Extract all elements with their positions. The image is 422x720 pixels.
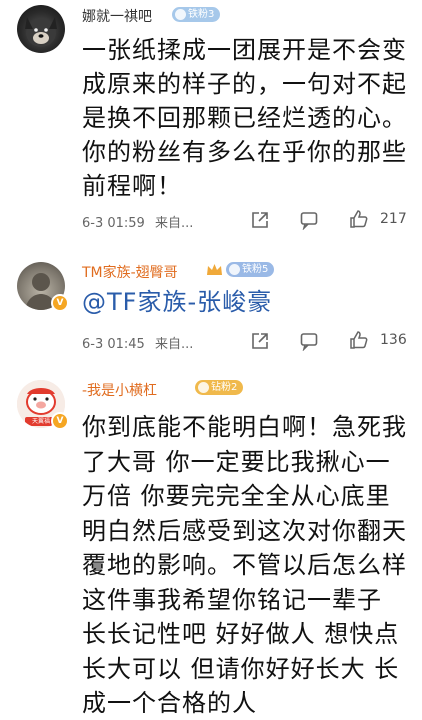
fan-badge-icon [198,382,209,393]
fan-badge-icon [175,9,186,20]
thumbs-up-icon[interactable] [349,330,369,350]
comment-time: 6-3 01:59 [82,216,145,231]
comment-mention[interactable]: @TF家族-张峻豪 [82,285,412,321]
fan-badge: 钻粉2 [195,380,244,395]
dog-avatar-icon [25,17,57,47]
fan-badge-icon [229,264,240,275]
comment-source: 来自... [154,216,194,231]
share-icon[interactable] [250,331,270,351]
username[interactable]: 娜就一祺吧 [82,6,152,26]
fan-badge: 铁粉3 [172,7,221,22]
username[interactable]: -我是小横杠 [82,380,157,400]
like-count: 217 [380,211,407,227]
comment-1: 娜就一祺吧 铁粉3 一张纸揉成一团展开是不会变成原来的样子的，一句对不起是换不回… [0,0,422,250]
share-icon[interactable] [250,210,270,230]
verified-badge: V [51,412,69,430]
like-count: 136 [380,332,407,348]
comment-meta: 6-3 01:45 来自... [82,333,193,352]
comment-icon[interactable] [299,331,319,351]
fan-badge-label: 铁粉5 [242,264,269,275]
fan-badge-label: 钻粉2 [211,382,238,393]
comment-time: 6-3 01:45 [82,337,145,352]
comment-source: 来自... [154,337,194,352]
comment-meta: 6-3 01:59 来自... [82,212,193,231]
thumbs-up-icon[interactable] [349,209,369,229]
avatar[interactable] [17,5,65,53]
fan-badge-label: 铁粉3 [188,9,215,20]
crown-icon [207,264,222,275]
username[interactable]: TM家族-翅臀哥 [82,262,178,282]
comment-icon[interactable] [299,210,319,230]
comment-text: 一张纸揉成一团展开是不会变成原来的样子的，一句对不起是换不回那颗已经烂透的心。你… [82,36,407,200]
fan-badge: 铁粉5 [226,262,275,277]
comment-text: 你到底能不能明白啊！急死我了大哥 你一定要比我揪心一万倍 你要完完全全从心底里明… [82,413,407,717]
verified-badge: V [51,294,69,312]
